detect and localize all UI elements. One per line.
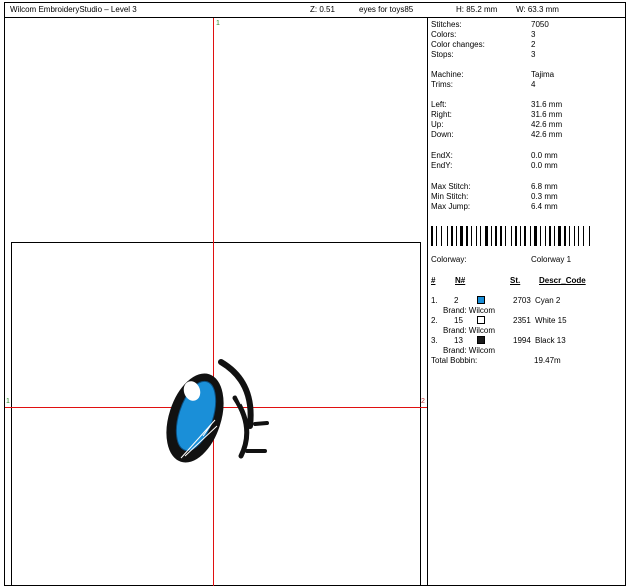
color-row-2: 2. 15 2351 White 15 Brand: Wilcom: [431, 316, 567, 335]
stat-row-up: Up: 42.6 mm: [431, 120, 563, 129]
table-header-index: #: [431, 276, 436, 285]
barcode-bar: [511, 226, 512, 246]
table-header-st: St.: [510, 276, 521, 285]
axis-left-label: 1: [6, 398, 10, 405]
lower-lash: [232, 395, 250, 459]
barcode-bar: [466, 226, 468, 246]
barcode-bar: [515, 226, 517, 246]
table-header-descr: Descr_Code: [539, 276, 586, 285]
color-row-3: 3. 13 1994 Black 13 Brand: Wilcom: [431, 336, 566, 355]
lash-tick-upper: [253, 421, 269, 426]
stat-row-colors: Colors: 3: [431, 30, 536, 39]
barcode-bar: [589, 226, 590, 246]
barcode-bar: [500, 226, 502, 246]
barcode-bar: [545, 226, 546, 246]
barcode-bar: [578, 226, 579, 246]
axis-right-label: 2: [421, 398, 425, 405]
barcode-bar: [471, 226, 472, 246]
colorway-row: Colorway: Colorway 1: [431, 255, 572, 264]
barcode-bar: [447, 226, 448, 246]
barcode-bar: [495, 226, 497, 246]
barcode-bar: [569, 226, 570, 246]
eye-design[interactable]: [155, 338, 275, 478]
color-swatch-3: [477, 336, 485, 344]
barcode-bar: [530, 226, 531, 246]
design-canvas[interactable]: 1 1 2: [5, 18, 427, 586]
barcode-bar: [456, 226, 457, 246]
zoom-readout: Z: 0.51: [310, 5, 335, 14]
stat-row-color-changes: Color changes: 2: [431, 40, 536, 49]
vertical-axis: [213, 18, 214, 586]
barcode-bar: [540, 226, 541, 246]
stat-row-stops: Stops: 3: [431, 50, 536, 59]
app-title: Wilcom EmbroideryStudio – Level 3: [10, 5, 137, 14]
stat-row-min-stitch: Min Stitch: 0.3 mm: [431, 192, 558, 201]
barcode-bar: [574, 226, 575, 246]
barcode-bar: [460, 226, 463, 246]
barcode-bar: [505, 226, 506, 246]
color-swatch-2: [477, 316, 485, 324]
table-header-n: N#: [455, 276, 466, 285]
worksheet-header: Wilcom EmbroideryStudio – Level 3 Z: 0.5…: [4, 2, 626, 18]
color-swatch-1: [477, 296, 485, 304]
height-readout: H: 85.2 mm: [456, 5, 498, 14]
barcode-bar: [480, 226, 481, 246]
barcode-bar: [431, 226, 433, 246]
stat-row-stitches: Stitches: 7050: [431, 20, 549, 29]
color-row-1: 1. 2 2703 Cyan 2 Brand: Wilcom: [431, 296, 561, 315]
stat-row-trims: Trims: 4: [431, 80, 536, 89]
stat-row-max-stitch: Max Stitch: 6.8 mm: [431, 182, 558, 191]
barcode-bar: [549, 226, 551, 246]
width-readout: W: 63.3 mm: [516, 5, 559, 14]
barcode-bar: [558, 226, 561, 246]
barcode-bar: [476, 226, 477, 246]
barcode-bar: [441, 226, 442, 246]
barcode-bar: [485, 226, 488, 246]
barcode-bar: [451, 226, 453, 246]
barcode-bar: [491, 226, 492, 246]
stat-row-right: Right: 31.6 mm: [431, 110, 563, 119]
barcode-bar: [554, 226, 555, 246]
barcode: [431, 226, 603, 246]
design-name: eyes for toys85: [359, 5, 414, 14]
barcode-bar: [436, 226, 437, 246]
barcode-bar: [583, 226, 584, 246]
stat-row-left: Left: 31.6 mm: [431, 100, 563, 109]
stat-row-max-jump: Max Jump: 6.4 mm: [431, 202, 558, 211]
barcode-bar: [524, 226, 526, 246]
panel-divider: [427, 18, 428, 586]
axis-top-label: 1: [216, 20, 220, 27]
total-bobbin-row: Total Bobbin: 19.47m: [431, 356, 561, 365]
barcode-bar: [534, 226, 537, 246]
stat-row-machine: Machine: Tajima: [431, 70, 555, 79]
stat-row-down: Down: 42.6 mm: [431, 130, 563, 139]
stat-row-endy: EndY: 0.0 mm: [431, 161, 558, 170]
stat-row-endx: EndX: 0.0 mm: [431, 151, 558, 160]
barcode-bar: [564, 226, 566, 246]
barcode-bar: [520, 226, 521, 246]
